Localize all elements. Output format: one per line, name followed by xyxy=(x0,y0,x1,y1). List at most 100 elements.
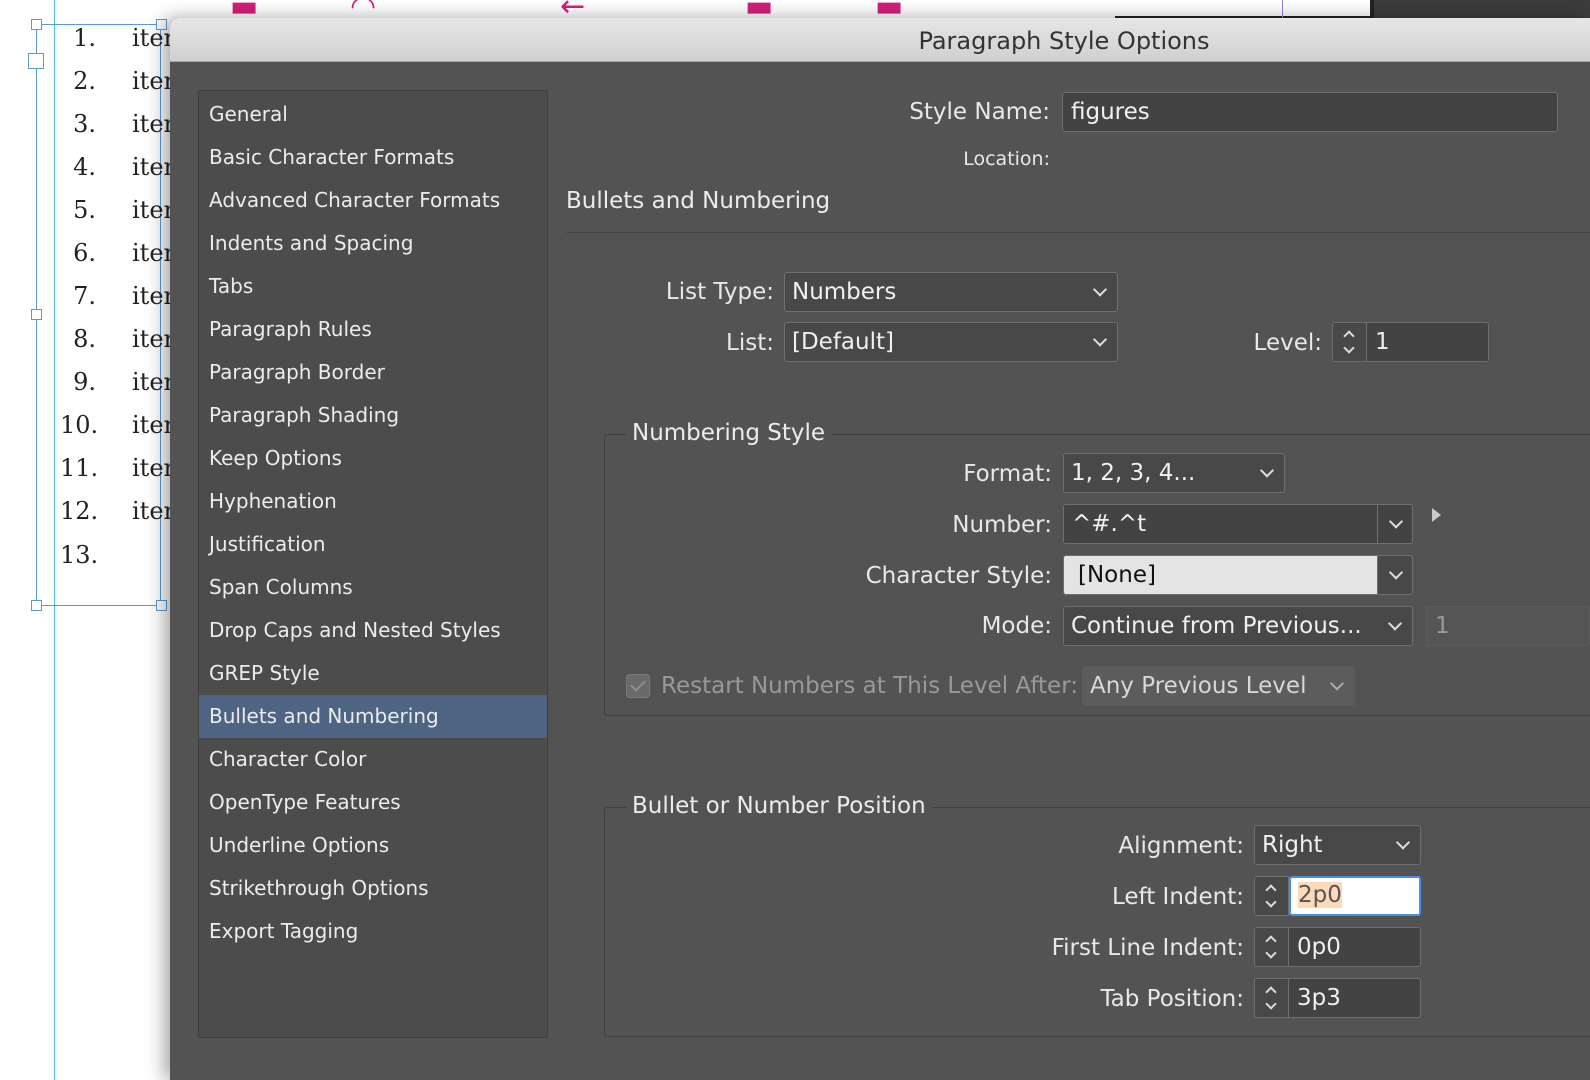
sidebar-item-label: GREP Style xyxy=(209,661,320,685)
stepper-up-icon[interactable] xyxy=(1265,986,1277,998)
location-label: Location: xyxy=(963,148,1050,170)
restart-level-dropdown: Any Previous Level xyxy=(1082,666,1355,706)
pink-glyph-2: ◠ xyxy=(350,0,377,20)
sidebar-item-underline-options[interactable]: Underline Options xyxy=(199,824,547,867)
sidebar-item-label: Indents and Spacing xyxy=(209,231,414,255)
chevron-down-icon xyxy=(1387,616,1403,631)
level-field[interactable]: 1 xyxy=(1367,322,1489,362)
sidebar-item-drop-caps-and-nested-styles[interactable]: Drop Caps and Nested Styles xyxy=(199,609,547,652)
list-item-number: 5. xyxy=(73,196,96,224)
number-value: ^#.^t xyxy=(1072,511,1147,537)
format-dropdown[interactable]: 1, 2, 3, 4... xyxy=(1063,453,1285,493)
mode-start-field: 1 xyxy=(1426,606,1590,646)
list-item-number: 3. xyxy=(73,110,96,138)
restart-numbers-checkbox xyxy=(626,674,650,698)
character-style-combo-button[interactable] xyxy=(1377,556,1412,594)
pasteboard xyxy=(1374,0,1590,18)
sidebar-item-advanced-character-formats[interactable]: Advanced Character Formats xyxy=(199,179,547,222)
sidebar-item-character-color[interactable]: Character Color xyxy=(199,738,547,781)
alignment-value: Right xyxy=(1262,832,1323,858)
stepper-up-icon[interactable] xyxy=(1265,884,1277,896)
mode-label: Mode: xyxy=(981,613,1052,639)
stepper-down-icon[interactable] xyxy=(1265,947,1277,959)
list-item-number: 13. xyxy=(60,541,99,569)
sidebar-item-indents-and-spacing[interactable]: Indents and Spacing xyxy=(199,222,547,265)
sidebar-item-label: Hyphenation xyxy=(209,489,337,513)
sidebar-item-label: Basic Character Formats xyxy=(209,145,455,169)
restart-level-value: Any Previous Level xyxy=(1090,673,1307,699)
list-item-text: iter xyxy=(132,67,175,95)
section-divider xyxy=(566,232,1590,233)
sidebar-item-justification[interactable]: Justification xyxy=(199,523,547,566)
checkmark-icon xyxy=(630,676,646,692)
sidebar-item-span-columns[interactable]: Span Columns xyxy=(199,566,547,609)
character-style-label: Character Style: xyxy=(865,563,1052,589)
alignment-dropdown[interactable]: Right xyxy=(1254,825,1421,865)
chevron-down-icon xyxy=(1329,676,1345,691)
section-title: Bullets and Numbering xyxy=(566,188,831,214)
mode-dropdown[interactable]: Continue from Previous... xyxy=(1063,606,1413,646)
stepper-down-icon[interactable] xyxy=(1265,998,1277,1010)
sidebar-item-paragraph-rules[interactable]: Paragraph Rules xyxy=(199,308,547,351)
sidebar-item-paragraph-shading[interactable]: Paragraph Shading xyxy=(199,394,547,437)
list-type-dropdown[interactable]: Numbers xyxy=(784,272,1118,312)
list-item-text: iter xyxy=(132,196,175,224)
dialog-titlebar[interactable]: Paragraph Style Options xyxy=(170,18,1590,62)
sidebar-item-bullets-and-numbering[interactable]: Bullets and Numbering xyxy=(199,695,547,738)
sidebar-item-tabs[interactable]: Tabs xyxy=(199,265,547,308)
left-indent-field[interactable]: 2p0 xyxy=(1289,876,1421,916)
list-item-text: iter xyxy=(132,454,175,482)
character-style-dropdown[interactable]: [None] xyxy=(1063,555,1413,595)
sidebar-item-label: Bullets and Numbering xyxy=(209,704,439,728)
sidebar-item-label: Character Color xyxy=(209,747,367,771)
sidebar-item-general[interactable]: General xyxy=(199,93,547,136)
stepper-up-icon[interactable] xyxy=(1343,330,1355,342)
chevron-down-icon xyxy=(1395,835,1411,850)
sidebar-item-strikethrough-options[interactable]: Strikethrough Options xyxy=(199,867,547,910)
character-style-value: [None] xyxy=(1078,562,1156,588)
frame-handle-bl[interactable] xyxy=(31,600,42,611)
list-item-text: iter xyxy=(132,24,175,52)
tab-position-field[interactable]: 3p3 xyxy=(1289,978,1421,1018)
frame-handle-br[interactable] xyxy=(156,600,167,611)
left-indent-stepper[interactable] xyxy=(1254,876,1289,916)
list-type-label: List Type: xyxy=(665,279,774,305)
chevron-down-icon xyxy=(1092,282,1108,297)
first-line-indent-stepper[interactable] xyxy=(1254,927,1289,967)
in-port[interactable] xyxy=(28,53,44,69)
number-field[interactable]: ^#.^t xyxy=(1063,504,1413,544)
special-chars-menu-icon[interactable] xyxy=(1432,508,1441,522)
frame-handle-tl[interactable] xyxy=(31,19,42,30)
stepper-down-icon[interactable] xyxy=(1343,342,1355,354)
level-stepper[interactable] xyxy=(1332,322,1367,362)
list-dropdown[interactable]: [Default] xyxy=(784,322,1118,362)
list-item-number: 4. xyxy=(73,153,96,181)
format-label: Format: xyxy=(963,461,1052,487)
sidebar-item-opentype-features[interactable]: OpenType Features xyxy=(199,781,547,824)
dialog-title: Paragraph Style Options xyxy=(918,27,1210,55)
list-item-number: 6. xyxy=(73,239,96,267)
stepper-up-icon[interactable] xyxy=(1265,935,1277,947)
sidebar-item-label: General xyxy=(209,102,288,126)
style-name-field[interactable]: figures xyxy=(1062,92,1558,132)
sidebar-item-label: Tabs xyxy=(209,274,254,298)
tab-position-stepper[interactable] xyxy=(1254,978,1289,1018)
sidebar-item-hyphenation[interactable]: Hyphenation xyxy=(199,480,547,523)
number-combo-button[interactable] xyxy=(1377,505,1412,543)
first-line-indent-field[interactable]: 0p0 xyxy=(1289,927,1421,967)
sidebar-item-keep-options[interactable]: Keep Options xyxy=(199,437,547,480)
position-title: Bullet or Number Position xyxy=(626,793,932,819)
sidebar-item-basic-character-formats[interactable]: Basic Character Formats xyxy=(199,136,547,179)
sidebar-item-paragraph-border[interactable]: Paragraph Border xyxy=(199,351,547,394)
stepper-down-icon[interactable] xyxy=(1265,896,1277,908)
list-item-text: iter xyxy=(132,239,175,267)
sidebar-item-label: Underline Options xyxy=(209,833,390,857)
sidebar-item-export-tagging[interactable]: Export Tagging xyxy=(199,910,547,953)
frame-handle-ml[interactable] xyxy=(31,309,42,320)
left-indent-label: Left Indent: xyxy=(1111,884,1244,910)
sidebar-item-label: Keep Options xyxy=(209,446,342,470)
sidebar-item-grep-style[interactable]: GREP Style xyxy=(199,652,547,695)
numbering-style-title: Numbering Style xyxy=(626,420,832,446)
pink-glyph-3: ← xyxy=(560,0,586,20)
list-value: [Default] xyxy=(792,329,894,355)
